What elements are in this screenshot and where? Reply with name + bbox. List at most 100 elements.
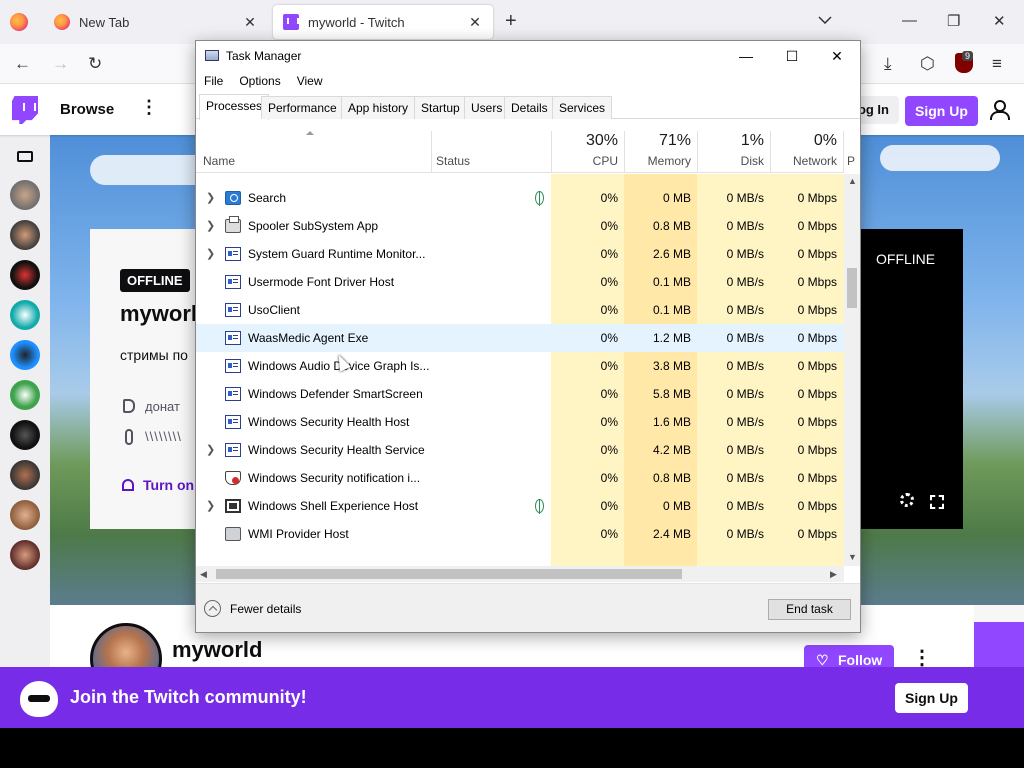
extensions-button[interactable]: ⬡ — [920, 54, 935, 74]
column-power-partial[interactable]: P — [847, 154, 857, 168]
table-row[interactable]: ❯ System Guard Runtime Monitor... 0% 2.6 MB… — [196, 240, 844, 268]
table-row[interactable]: ❯ Windows Security Health Service 0% 4.2 MB… — [196, 436, 844, 464]
forward-button[interactable]: → — [52, 54, 69, 74]
minimize-button[interactable]: — — [723, 45, 769, 67]
process-name: Windows Defender SmartScreen — [248, 387, 423, 401]
fewer-details-link[interactable]: Fewer details — [230, 602, 301, 616]
channel-name[interactable]: myworld — [172, 637, 262, 663]
table-row[interactable]: WMI Provider Host 0% 2.4 MB 0 MB/s 0 Mbps — [196, 520, 844, 548]
column-name[interactable]: Name — [203, 154, 235, 168]
back-button[interactable]: ← — [14, 54, 31, 74]
table-row[interactable]: Windows Audio Device Graph Is... 0% 3.8 MB… — [196, 352, 844, 380]
tab-details[interactable]: Details — [504, 96, 555, 119]
avatar[interactable] — [10, 260, 40, 290]
more-icon[interactable]: ⋮ — [140, 97, 158, 118]
network-value: 0 Mbps — [797, 499, 837, 513]
tab-users[interactable]: Users — [464, 96, 510, 119]
avatar[interactable] — [10, 540, 40, 570]
column-status[interactable]: Status — [436, 154, 470, 168]
tab-performance[interactable]: Performance — [261, 96, 344, 119]
task-manager-title-bar[interactable]: Task Manager — ☐ ✕ — [196, 41, 860, 71]
avatar[interactable] — [10, 340, 40, 370]
chevron-right-icon[interactable]: ❯ — [206, 443, 215, 456]
column-memory[interactable]: Memory — [629, 154, 691, 168]
close-icon[interactable]: ✕ — [242, 14, 258, 31]
downloads-button[interactable]: ⤓ — [884, 54, 892, 74]
tab-app-history[interactable]: App history — [341, 96, 416, 119]
donate-link[interactable]: донат — [145, 399, 180, 414]
chevron-right-icon[interactable]: ❯ — [206, 191, 215, 204]
horizontal-scrollbar[interactable]: ◀ ▶ — [196, 566, 844, 582]
tab-new-tab[interactable]: New Tab ✕ — [44, 5, 268, 39]
cpu-value: 0% — [600, 471, 618, 485]
video-player[interactable]: OFFLINE — [860, 229, 963, 529]
cpu-value: 0% — [600, 387, 618, 401]
column-network[interactable]: Network — [774, 154, 837, 168]
table-row[interactable]: ❯ Search 0% 0 MB 0 MB/s 0 Mbps — [196, 184, 844, 212]
list-all-tabs-button[interactable] — [818, 13, 832, 27]
camera-icon[interactable] — [17, 151, 33, 162]
scroll-up-icon[interactable]: ▲ — [848, 176, 857, 186]
social-link[interactable]: \\\\\\\\ — [145, 429, 182, 444]
avatar[interactable] — [10, 180, 40, 210]
close-button[interactable]: ✕ — [814, 45, 860, 67]
memory-value: 2.6 MB — [652, 247, 691, 261]
avatar[interactable] — [10, 220, 40, 250]
turn-on-notifications-button[interactable]: Turn on — [143, 477, 194, 493]
cpu-value: 0% — [600, 191, 618, 205]
reload-button[interactable]: ↻ — [88, 54, 102, 74]
table-row[interactable]: Usermode Font Driver Host 0% 0.1 MB 0 MB/s 0… — [196, 268, 844, 296]
join-signup-button[interactable]: Sign Up — [895, 683, 968, 713]
menu-options[interactable]: Options — [231, 71, 288, 93]
tab-startup[interactable]: Startup — [414, 96, 467, 119]
table-row[interactable]: ❯ Windows Shell Experience Host 0% 0 MB 0 MB… — [196, 492, 844, 520]
app-menu-button[interactable]: ≡ — [992, 54, 1002, 74]
table-row[interactable]: WaasMedic Agent Exe 0% 1.2 MB 0 MB/s 0 Mbps — [196, 324, 844, 352]
scroll-right-icon[interactable]: ▶ — [830, 569, 837, 580]
chevron-up-icon[interactable] — [204, 600, 221, 617]
vertical-scroll-thumb[interactable] — [847, 268, 857, 308]
avatar[interactable] — [10, 500, 40, 530]
user-icon[interactable] — [990, 100, 1010, 120]
close-window-button[interactable]: ✕ — [993, 12, 1006, 30]
avatar[interactable] — [10, 420, 40, 450]
tab-services[interactable]: Services — [552, 96, 613, 119]
maximize-button[interactable]: ☐ — [769, 45, 815, 67]
chevron-right-icon[interactable]: ❯ — [206, 499, 215, 512]
fullscreen-icon[interactable] — [930, 495, 944, 509]
gear-icon[interactable] — [900, 493, 914, 507]
new-tab-button[interactable]: + — [505, 10, 517, 33]
twitch-logo-icon[interactable] — [12, 96, 38, 124]
horizontal-scroll-thumb[interactable] — [216, 569, 682, 579]
restore-button[interactable]: ❐ — [947, 12, 960, 30]
column-disk[interactable]: Disk — [702, 154, 764, 168]
menu-view[interactable]: View — [289, 71, 331, 93]
avatar[interactable] — [10, 380, 40, 410]
chevron-right-icon[interactable]: ❯ — [206, 247, 215, 260]
table-row[interactable]: Windows Defender SmartScreen 0% 5.8 MB 0 MB… — [196, 380, 844, 408]
cpu-value: 0% — [600, 331, 618, 345]
scroll-down-icon[interactable]: ▼ — [848, 552, 857, 562]
task-manager-icon — [205, 50, 219, 61]
chevron-right-icon[interactable]: ❯ — [206, 219, 215, 232]
firefox-icon[interactable] — [10, 13, 28, 31]
disk-total: 1% — [740, 132, 764, 149]
table-row[interactable]: Windows Security notification i... 0% 0.8 … — [196, 464, 844, 492]
table-row[interactable]: UsoClient 0% 0.1 MB 0 MB/s 0 Mbps — [196, 296, 844, 324]
minimize-button[interactable]: — — [902, 12, 917, 29]
signup-button[interactable]: Sign Up — [905, 96, 978, 126]
browse-link[interactable]: Browse — [60, 101, 114, 118]
scroll-left-icon[interactable]: ◀ — [200, 569, 207, 580]
disk-value: 0 MB/s — [726, 331, 764, 345]
avatar[interactable] — [10, 300, 40, 330]
table-row[interactable]: Windows Security Health Host 0% 1.6 MB 0 MB… — [196, 408, 844, 436]
table-row[interactable]: ❯ Spooler SubSystem App 0% 0.8 MB 0 MB/s 0 Mb… — [196, 212, 844, 240]
menu-file[interactable]: File — [196, 71, 231, 93]
tab-twitch[interactable]: myworld - Twitch ✕ — [273, 5, 493, 39]
tab-processes[interactable]: Processes — [199, 94, 270, 120]
end-task-button[interactable]: End task — [768, 599, 851, 620]
column-cpu[interactable]: CPU — [556, 154, 618, 168]
avatar[interactable] — [10, 460, 40, 490]
close-icon[interactable]: ✕ — [467, 14, 483, 31]
vertical-scrollbar[interactable]: ▲ ▼ — [844, 174, 860, 566]
